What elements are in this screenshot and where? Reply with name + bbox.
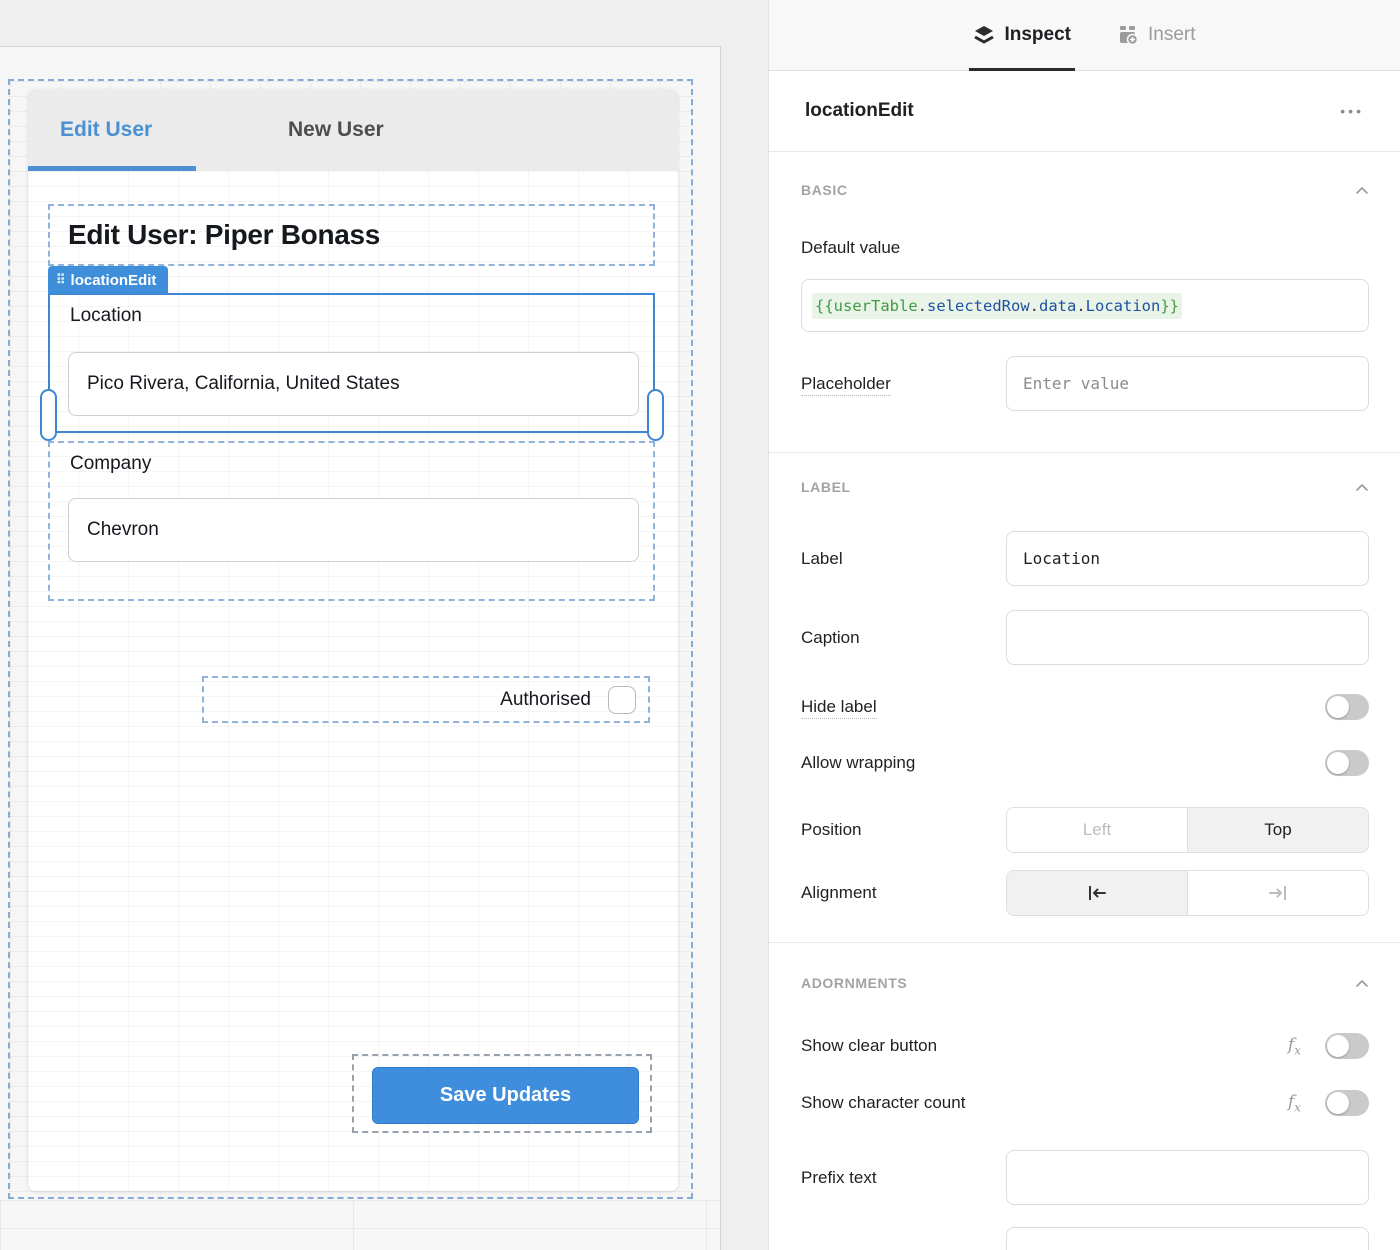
collapse-chevron-icon[interactable]	[1355, 979, 1369, 988]
placeholder-input-text: Enter value	[1023, 374, 1129, 393]
hide-label-label: Hide label	[801, 697, 1006, 717]
allow-wrapping-label: Allow wrapping	[801, 753, 1006, 773]
tab-inspect-label: Inspect	[1004, 24, 1071, 46]
placeholder-label: Placeholder	[801, 374, 1006, 394]
tab-insert-label: Insert	[1148, 24, 1196, 46]
align-left-option[interactable]	[1007, 871, 1187, 915]
form-card: Edit User New User Edit User: Piper Bona…	[28, 89, 678, 1191]
label-section-title: LABEL	[801, 479, 851, 495]
section-label: LABEL Label Location Caption Hide label	[769, 479, 1400, 916]
section-adornments: ADORNMENTS Show clear button fx Show cha…	[769, 975, 1400, 1250]
basic-section-title: BASIC	[801, 182, 848, 198]
default-value-input[interactable]: {{userTable.selectedRow.data.Location}}	[801, 279, 1369, 332]
position-left-option[interactable]: Left	[1007, 808, 1187, 852]
caption-input[interactable]	[1006, 610, 1369, 665]
resize-handle-right[interactable]	[647, 389, 664, 441]
section-divider	[769, 942, 1400, 943]
authorised-label: Authorised	[500, 689, 591, 711]
form-tabs-header: Edit User New User	[28, 89, 678, 171]
caption-row-label: Caption	[801, 628, 1006, 648]
tab-insert[interactable]: Insert	[1117, 0, 1196, 71]
align-right-option[interactable]	[1187, 871, 1368, 915]
align-left-icon	[1086, 885, 1108, 901]
component-name: locationEdit	[805, 100, 914, 122]
position-segmented-control: Left Top	[1006, 807, 1369, 853]
suffix-text-input[interactable]	[1006, 1227, 1369, 1250]
form-body: Edit User: Piper Bonass ⠿ locationEdit L…	[28, 171, 678, 1191]
fx-icon[interactable]: fx	[1288, 1092, 1301, 1114]
show-clear-label: Show clear button	[801, 1036, 1288, 1056]
canvas-grid	[0, 1200, 720, 1250]
company-input-component[interactable]: Company Chevron	[48, 441, 655, 601]
authorised-checkbox[interactable]	[608, 686, 636, 714]
hide-label-toggle[interactable]	[1325, 694, 1369, 720]
show-clear-toggle[interactable]	[1325, 1033, 1369, 1059]
drag-handle-icon[interactable]: ⠿	[56, 272, 65, 288]
prefix-text-label: Prefix text	[801, 1168, 1006, 1188]
insert-component-icon	[1117, 24, 1139, 46]
inspector-panel: Inspect Insert locationEdit ••• BASIC De…	[768, 0, 1400, 1250]
fx-icon[interactable]: fx	[1288, 1035, 1301, 1057]
default-value-expression: {{userTable.selectedRow.data.Location}}	[812, 293, 1182, 319]
location-label: Location	[70, 305, 142, 327]
alignment-segmented-control	[1006, 870, 1369, 916]
title-component[interactable]: Edit User: Piper Bonass	[48, 204, 655, 266]
prefix-text-input[interactable]	[1006, 1150, 1369, 1205]
label-input[interactable]: Location	[1006, 531, 1369, 586]
tab-inspect[interactable]: Inspect	[973, 0, 1071, 71]
selected-component-name: locationEdit	[71, 272, 157, 289]
location-input-component[interactable]: Location Pico Rivera, California, United…	[48, 293, 655, 433]
tab-new-user[interactable]: New User	[288, 89, 384, 171]
section-divider	[769, 452, 1400, 453]
resize-handle-left[interactable]	[40, 389, 57, 441]
app-canvas: Edit User New User Edit User: Piper Bona…	[0, 46, 721, 1250]
save-button-component[interactable]: Save Updates	[352, 1054, 652, 1133]
save-updates-button[interactable]: Save Updates	[372, 1067, 639, 1124]
default-value-label: Default value	[801, 238, 1369, 258]
authorised-checkbox-component[interactable]: Authorised	[202, 676, 650, 723]
company-label: Company	[70, 453, 151, 475]
alignment-label: Alignment	[801, 883, 1006, 903]
form-title: Edit User: Piper Bonass	[50, 219, 380, 251]
inspector-tabbar: Inspect Insert	[769, 0, 1400, 71]
layers-icon	[973, 24, 995, 46]
placeholder-input[interactable]: Enter value	[1006, 356, 1369, 411]
align-right-icon	[1267, 885, 1289, 901]
collapse-chevron-icon[interactable]	[1355, 483, 1369, 492]
label-row-label: Label	[801, 549, 1006, 569]
adornments-section-title: ADORNMENTS	[801, 975, 907, 991]
show-count-toggle[interactable]	[1325, 1090, 1369, 1116]
more-menu-button[interactable]: •••	[1340, 103, 1364, 119]
company-input[interactable]: Chevron	[68, 498, 639, 562]
collapse-chevron-icon[interactable]	[1355, 186, 1369, 195]
position-top-option[interactable]: Top	[1187, 808, 1368, 852]
allow-wrapping-toggle[interactable]	[1325, 750, 1369, 776]
show-count-label: Show character count	[801, 1093, 1288, 1113]
component-header: locationEdit •••	[769, 71, 1400, 152]
section-basic: BASIC Default value {{userTable.selected…	[769, 182, 1400, 411]
tab-edit-user[interactable]: Edit User	[60, 89, 152, 171]
position-label: Position	[801, 820, 1006, 840]
selected-component-badge[interactable]: ⠿ locationEdit	[48, 266, 168, 294]
location-input[interactable]: Pico Rivera, California, United States	[68, 352, 639, 416]
